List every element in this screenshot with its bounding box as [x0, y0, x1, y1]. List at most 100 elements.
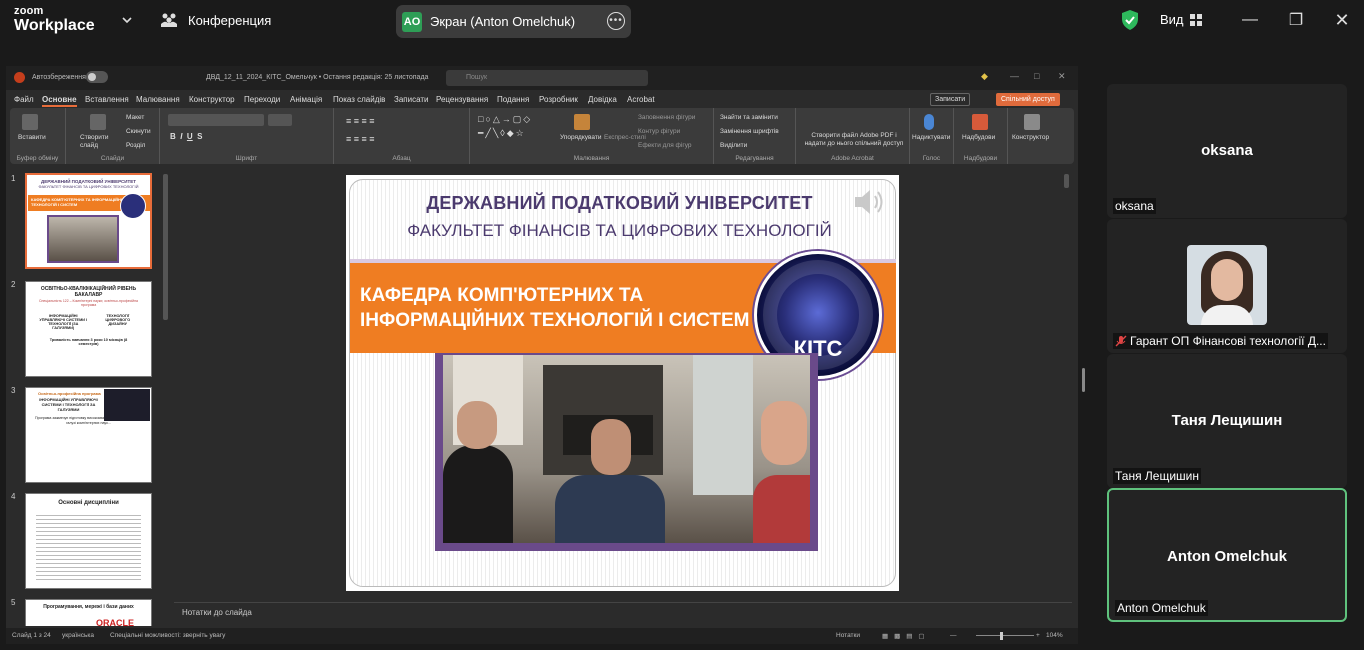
document-title[interactable]: ДВД_12_11_2024_КІТС_Омельчук • Остання р… — [206, 74, 428, 81]
encryption-shield-icon[interactable] — [1120, 9, 1140, 31]
slide-thumbnail-5[interactable]: Програмування, мережі і бази даних ORACL… — [25, 599, 152, 626]
tab-file[interactable]: Файл — [14, 95, 34, 104]
tab-home[interactable]: Основне — [42, 95, 77, 107]
font-name-input[interactable] — [168, 114, 264, 126]
thumb-number: 3 — [11, 386, 16, 395]
addins-group: Надбудови Надбудови — [954, 108, 1008, 164]
designer-label[interactable]: Конструктор — [1012, 134, 1049, 141]
thumb4-title: Основні дисципліни — [58, 500, 119, 506]
zoom-slider-thumb[interactable] — [1000, 632, 1003, 640]
designer-icon[interactable] — [1024, 114, 1040, 130]
tab-insert[interactable]: Вставлення — [85, 95, 129, 104]
tab-view[interactable]: Подання — [497, 95, 529, 104]
notes-toggle[interactable]: Нотатки — [836, 632, 860, 639]
zoom-out-icon[interactable]: — — [950, 632, 957, 639]
language-indicator[interactable]: українська — [62, 632, 94, 639]
tab-draw[interactable]: Малювання — [136, 95, 180, 104]
shape-outline-label[interactable]: Контур фігури — [638, 128, 680, 135]
notes-pane[interactable]: Нотатки до слайда — [174, 602, 1072, 622]
ppt-close-icon[interactable]: ✕ — [1058, 71, 1066, 82]
new-slide-label[interactable]: Створити слайд — [80, 134, 110, 150]
meeting-button[interactable]: Конференция — [160, 12, 271, 28]
ppt-minimize-icon[interactable]: — — [1010, 71, 1019, 81]
voice-group: Надиктувати Голос — [910, 108, 954, 164]
microphone-icon[interactable] — [924, 114, 934, 130]
font-size-input[interactable] — [268, 114, 292, 126]
replace-fonts-label[interactable]: Замінення шрифтів — [720, 128, 779, 135]
slide-thumbnail-2[interactable]: ОСВІТНЬО-КВАЛІФІКАЦІЙНИЙ РІВЕНЬ БАКАЛАВР… — [25, 281, 152, 377]
paste-icon[interactable] — [22, 114, 38, 130]
slide-thumbnail-3[interactable]: Освітньо-професійна програма ІНФОРМАЦІЙН… — [25, 387, 152, 483]
tab-acrobat[interactable]: Acrobat — [627, 95, 655, 104]
panel-resize-handle[interactable] — [1082, 368, 1085, 392]
powerpoint-window: Автозбереження ДВД_12_11_2024_КІТС_Омель… — [6, 66, 1078, 644]
restore-icon[interactable]: ❐ — [1286, 10, 1306, 30]
shape-fill-label[interactable]: Заповнення фігури — [638, 114, 695, 121]
tab-transitions[interactable]: Переходи — [244, 95, 280, 104]
addins-icon[interactable] — [972, 114, 988, 130]
reset-label[interactable]: Скинути — [126, 128, 151, 135]
ppt-search-input[interactable]: Пошук — [446, 70, 648, 86]
slide-scrollbar[interactable] — [1064, 174, 1069, 188]
adobe-pdf-label[interactable]: Створити файл Adobe PDF і надати до ньог… — [802, 132, 906, 148]
share-button[interactable]: Спільний доступ — [996, 93, 1060, 106]
new-slide-icon[interactable] — [90, 114, 106, 130]
chevron-down-icon[interactable] — [120, 13, 134, 27]
thumbs-scrollbar[interactable] — [163, 174, 168, 320]
paragraph-group: ≡ ≡ ≡ ≡ ≡ ≡ ≡ ≡ Абзац — [334, 108, 470, 164]
more-options-icon[interactable]: ••• — [607, 12, 625, 30]
minimize-icon[interactable]: — — [1240, 10, 1260, 30]
zoom-logo-text: zoom — [14, 5, 44, 17]
slide-thumbnail-4[interactable]: Основні дисципліни — [25, 493, 152, 589]
thumb2-subtitle: Спеціальність 122 – Комп'ютерні науки; о… — [39, 299, 138, 307]
tab-help[interactable]: Довідка — [588, 95, 617, 104]
participant-tile-tanya[interactable]: Таня Лещишин Таня Лещишин — [1107, 354, 1347, 488]
screen-share-indicator[interactable]: AO Экран (Anton Omelchuk) ••• — [396, 5, 631, 38]
zoom-workplace-logo[interactable]: zoom Workplace — [14, 6, 95, 34]
select-label[interactable]: Виділити — [720, 142, 747, 149]
section-label[interactable]: Розділ — [126, 142, 145, 149]
accessibility-status[interactable]: Спеціальні можливості: зверніть увагу — [110, 632, 225, 639]
view-buttons-icon[interactable]: ▦▩▤▢ — [882, 632, 931, 640]
layout-label[interactable]: Макет — [126, 114, 144, 121]
participant-tile-anton[interactable]: Anton Omelchuk Anton Omelchuk — [1107, 488, 1347, 622]
ribbon-tabs: Файл Основне Вставлення Малювання Констр… — [6, 90, 1078, 108]
slide-university-title: ДЕРЖАВНИЙ ПОДАТКОВИЙ УНІВЕРСИТЕТ — [426, 193, 813, 213]
participant-tile-oksana[interactable]: oksana oksana — [1107, 84, 1347, 218]
current-slide[interactable]: ДЕРЖАВНИЙ ПОДАТКОВИЙ УНІВЕРСИТЕТ ФАКУЛЬТ… — [346, 175, 899, 591]
find-replace-label[interactable]: Знайти та замінити — [720, 114, 778, 121]
bullets-icon[interactable]: ≡ ≡ ≡ ≡ — [346, 116, 375, 126]
tab-review[interactable]: Рецензування — [436, 95, 488, 104]
dictate-label[interactable]: Надиктувати — [912, 134, 950, 141]
close-icon[interactable]: ✕ — [1332, 10, 1352, 30]
slide-editor[interactable]: ДЕРЖАВНИЙ ПОДАТКОВИЙ УНІВЕРСИТЕТ ФАКУЛЬТ… — [174, 170, 1072, 598]
thumb1-photo — [47, 215, 119, 263]
workplace-logo-text: Workplace — [14, 17, 95, 34]
tab-design[interactable]: Конструктор — [189, 95, 235, 104]
arrange-label[interactable]: Упорядкувати — [560, 134, 601, 141]
view-button[interactable]: Вид — [1160, 12, 1202, 27]
zoom-level[interactable]: 104% — [1046, 632, 1063, 639]
addins-label[interactable]: Надбудови — [962, 134, 995, 141]
bold-icon[interactable]: B I U S — [170, 132, 202, 141]
paste-label[interactable]: Вставити — [18, 134, 46, 141]
speaker-icon[interactable] — [851, 185, 887, 219]
slide-thumbnail-1[interactable]: ДЕРЖАВНИЙ ПОДАТКОВИЙ УНІВЕРСИТЕТ ФАКУЛЬТ… — [25, 173, 152, 269]
zoom-slider[interactable] — [976, 635, 1034, 636]
shapes-gallery-icon[interactable]: □○△→▢◇ — [478, 114, 532, 125]
ppt-restore-icon[interactable]: □ — [1034, 71, 1039, 81]
record-button[interactable]: Записати — [930, 93, 971, 106]
slide-thumbnails-pane[interactable]: 1 ДЕРЖАВНИЙ ПОДАТКОВИЙ УНІВЕРСИТЕТ ФАКУЛ… — [6, 170, 168, 626]
tab-slideshow[interactable]: Показ слайдів — [333, 95, 385, 104]
zoom-in-icon[interactable]: + — [1036, 632, 1040, 639]
arrange-icon[interactable] — [574, 114, 590, 130]
tab-record[interactable]: Записати — [394, 95, 429, 104]
align-icon[interactable]: ≡ ≡ ≡ ≡ — [346, 134, 375, 144]
thumb-number: 1 — [11, 174, 16, 183]
participant-tile-guarantor[interactable]: Гарант ОП Фінансові технології Д... — [1107, 219, 1347, 353]
quick-styles-label[interactable]: Експрес-стилі — [604, 134, 646, 141]
tab-developer[interactable]: Розробник — [539, 95, 578, 104]
tab-animations[interactable]: Анімація — [290, 95, 322, 104]
autosave-toggle[interactable] — [86, 71, 108, 83]
shape-effects-label[interactable]: Ефекти для фігур — [638, 142, 692, 149]
